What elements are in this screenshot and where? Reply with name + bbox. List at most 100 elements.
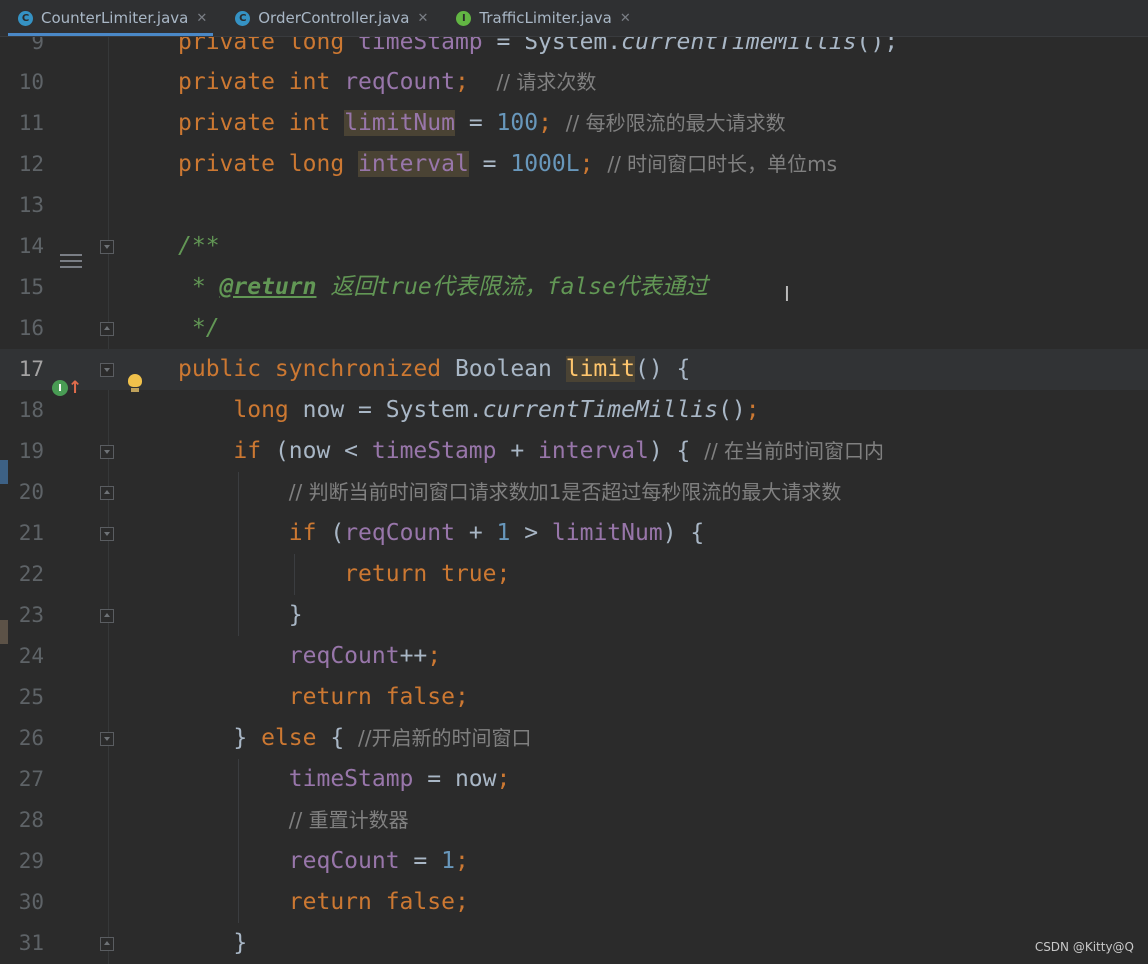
code-line-24[interactable]: 24 reqCount++;: [0, 636, 1148, 677]
line-number: 18: [18, 398, 44, 422]
fold-marker[interactable]: [100, 240, 114, 254]
code-line-31[interactable]: 31 }: [0, 923, 1148, 964]
code-editor[interactable]: 9 private long timeStamp = System.curren…: [0, 20, 1148, 964]
fold-marker[interactable]: [100, 527, 114, 541]
tab-ordercontroller[interactable]: C OrderController.java ✕: [217, 0, 438, 36]
code-text: // 判断当前时间窗口请求数加1是否超过每秒限流的最大请求数: [178, 472, 842, 513]
tab-trafficlimiter[interactable]: I TrafficLimiter.java ✕: [438, 0, 640, 36]
line-number: 11: [18, 111, 44, 135]
fold-marker[interactable]: [100, 445, 114, 459]
code-line-27[interactable]: 27 timeStamp = now;: [0, 759, 1148, 800]
code-text: if (reqCount + 1 > limitNum) {: [288, 520, 705, 546]
indent-guide: [294, 554, 295, 595]
line-number: 15: [18, 275, 44, 299]
code-line-29[interactable]: 29 reqCount = 1;: [0, 841, 1148, 882]
line-number: 26: [18, 726, 44, 750]
code-text: */: [178, 315, 220, 341]
line-number: 21: [18, 521, 44, 545]
code-text: private long interval = 1000L; // 时间窗口时长…: [178, 151, 838, 177]
line-number: 14: [18, 234, 44, 258]
line-number: 25: [18, 685, 44, 709]
class-icon: C: [18, 10, 33, 26]
code-text: reqCount = 1;: [288, 848, 469, 874]
code-text: private int reqCount; // 请求次数: [178, 69, 597, 95]
code-text: return false;: [288, 889, 469, 915]
code-text: reqCount++;: [288, 643, 442, 669]
line-number: 30: [18, 890, 44, 914]
code-line-19[interactable]: 19 if (now < timeStamp + interval) { // …: [0, 431, 1148, 472]
line-number: 10: [18, 70, 44, 94]
code-line-21[interactable]: 21 if (reqCount + 1 > limitNum) {: [0, 513, 1148, 554]
code-line-14[interactable]: 14 /**: [0, 226, 1148, 267]
tab-counterlimiter[interactable]: C CounterLimiter.java ✕: [0, 0, 217, 36]
close-icon[interactable]: ✕: [417, 11, 428, 26]
watermark: CSDN @Kitty@Q: [1034, 940, 1134, 954]
line-number: 16: [18, 316, 44, 340]
implements-icon[interactable]: I: [52, 380, 68, 396]
code-line-15[interactable]: 15 * @return 返回true代表限流，false代表通过: [0, 267, 1148, 308]
code-comment: //开启新的时间窗口: [358, 726, 532, 750]
line-number: 28: [18, 808, 44, 832]
line-number: 22: [18, 562, 44, 586]
close-icon[interactable]: ✕: [196, 11, 207, 26]
interface-icon: I: [456, 10, 472, 26]
fold-marker[interactable]: [100, 486, 114, 500]
code-text: private int limitNum = 100; // 每秒限流的最大请求…: [178, 110, 786, 136]
code-line-26[interactable]: 26 } else { //开启新的时间窗口: [0, 718, 1148, 759]
code-line-22[interactable]: 22 return true;: [0, 554, 1148, 595]
tab-label: CounterLimiter.java: [41, 9, 189, 27]
line-number: 17: [18, 357, 44, 381]
code-text: public synchronized Boolean limit() {: [178, 356, 691, 382]
lightbulb-icon[interactable]: [128, 374, 142, 392]
code-line-16[interactable]: 16 */: [0, 308, 1148, 349]
code-line-23[interactable]: 23 }: [0, 595, 1148, 636]
code-comment: // 判断当前时间窗口请求数加1是否超过每秒限流的最大请求数: [288, 480, 842, 504]
render-doc-icon[interactable]: [60, 254, 82, 274]
code-comment: // 每秒限流的最大请求数: [565, 111, 786, 135]
code-line-18[interactable]: 18 long now = System.currentTimeMillis()…: [0, 390, 1148, 431]
code-line-12[interactable]: 12 private long interval = 1000L; // 时间窗…: [0, 144, 1148, 185]
fold-marker[interactable]: [100, 609, 114, 623]
line-number: 12: [18, 152, 44, 176]
line-number: 13: [18, 193, 44, 217]
indent-guide: [238, 759, 239, 923]
code-line-20[interactable]: 20 // 判断当前时间窗口请求数加1是否超过每秒限流的最大请求数: [0, 472, 1148, 513]
code-text: long now = System.currentTimeMillis();: [233, 397, 760, 423]
code-comment: // 在当前时间窗口内: [704, 439, 885, 463]
code-line-13[interactable]: 13: [0, 185, 1148, 226]
override-arrow-icon[interactable]: ↑: [68, 378, 82, 398]
code-comment: // 重置计数器: [288, 808, 409, 832]
code-text: return true;: [344, 561, 511, 587]
code-text: * @return 返回true代表限流，false代表通过: [178, 274, 708, 300]
code-line-11[interactable]: 11 private int limitNum = 100; // 每秒限流的最…: [0, 103, 1148, 144]
code-line-17[interactable]: 17 public synchronized Boolean limit() {: [0, 349, 1148, 390]
fold-marker[interactable]: [100, 322, 114, 336]
doc-comment-text: 返回true代表限流，false代表通过: [330, 274, 708, 300]
code-line-25[interactable]: 25 return false;: [0, 677, 1148, 718]
code-text: } else { //开启新的时间窗口: [178, 725, 532, 751]
class-icon: C: [235, 10, 251, 26]
code-text: }: [178, 602, 303, 628]
code-comment: // 时间窗口时长，单位ms: [607, 152, 838, 176]
code-text: return false;: [288, 684, 469, 710]
tab-label: TrafficLimiter.java: [479, 9, 612, 27]
tab-label: OrderController.java: [258, 9, 410, 27]
code-text: timeStamp = now;: [288, 766, 511, 792]
fold-marker[interactable]: [100, 363, 114, 377]
code-line-10[interactable]: 10 private int reqCount; // 请求次数: [0, 62, 1148, 103]
fold-marker[interactable]: [100, 937, 114, 951]
editor-tab-bar: C CounterLimiter.java ✕ C OrderControlle…: [0, 0, 1148, 37]
code-line-30[interactable]: 30 return false;: [0, 882, 1148, 923]
line-number: 29: [18, 849, 44, 873]
gutter-marker: [0, 460, 8, 484]
code-text: }: [178, 930, 248, 956]
gutter-marker: [0, 620, 8, 644]
code-text: if (now < timeStamp + interval) { // 在当前…: [233, 438, 885, 464]
fold-marker[interactable]: [100, 732, 114, 746]
code-text: // 重置计数器: [178, 800, 409, 841]
close-icon[interactable]: ✕: [620, 11, 631, 26]
line-number: 31: [18, 931, 44, 955]
text-cursor-icon: I: [784, 282, 790, 306]
indent-guide: [238, 472, 239, 636]
code-line-28[interactable]: 28 // 重置计数器: [0, 800, 1148, 841]
